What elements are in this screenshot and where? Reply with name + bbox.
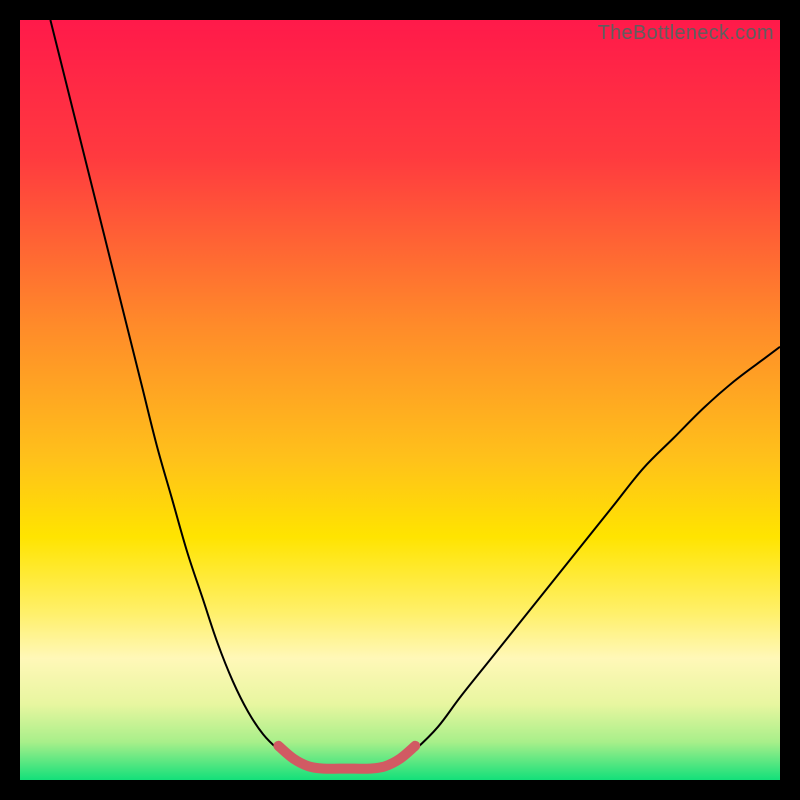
chart-frame: TheBottleneck.com — [20, 20, 780, 780]
gradient-background — [20, 20, 780, 780]
chart-svg — [20, 20, 780, 780]
watermark-text: TheBottleneck.com — [598, 22, 774, 45]
